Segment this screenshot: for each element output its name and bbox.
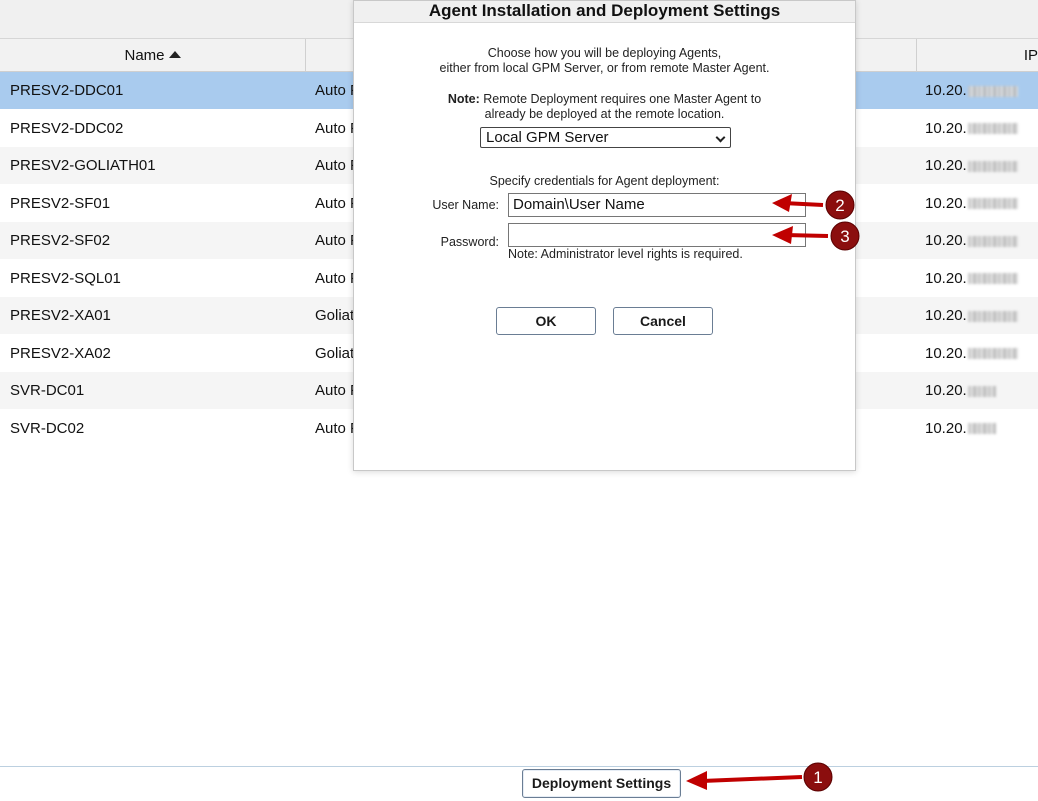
- row-ip: 10.20.: [925, 222, 1018, 259]
- row-ip: 10.20.: [925, 147, 1018, 184]
- row-name: PRESV2-XA01: [10, 307, 111, 324]
- redacted-ip-blur: [967, 160, 1018, 172]
- redacted-ip-blur: [967, 348, 1018, 360]
- note-label: Note:: [447, 92, 480, 106]
- dialog-intro: Choose how you will be deploying Agents,…: [354, 46, 855, 76]
- row-type: Auto F: [315, 382, 355, 399]
- row-ip: 10.20.: [925, 297, 1018, 334]
- column-header-name[interactable]: Name: [0, 39, 306, 72]
- dialog-body: Choose how you will be deploying Agents,…: [354, 23, 855, 470]
- user-name-label: User Name:: [432, 198, 499, 212]
- row-ip: 10.20.: [925, 260, 1018, 297]
- cancel-button[interactable]: Cancel: [613, 307, 713, 335]
- column-header-ip-label: IP: [1023, 47, 1038, 64]
- row-type: Auto F: [315, 419, 355, 437]
- redacted-ip-blur: [967, 310, 1018, 322]
- row-type: Auto F: [315, 194, 355, 212]
- intro-line-2: either from local GPM Server, or from re…: [439, 61, 770, 75]
- remote-deployment-note: Note: Remote Deployment requires one Mas…: [354, 92, 855, 122]
- password-input[interactable]: [508, 223, 806, 247]
- row-type: Goliat: [315, 307, 355, 324]
- redacted-ip-blur: [967, 85, 1018, 97]
- row-type: Auto F: [315, 82, 355, 99]
- deployment-source-value: Local GPM Server: [486, 129, 609, 146]
- column-header-hidden[interactable]: [855, 39, 917, 72]
- row-ip: 10.20.: [925, 72, 1018, 109]
- redacted-ip-blur: [967, 273, 1018, 285]
- column-header-name-label: Name: [124, 47, 165, 64]
- password-label: Password:: [440, 235, 499, 249]
- row-name: SVR-DC01: [10, 382, 85, 399]
- row-name: SVR-DC02: [10, 419, 85, 437]
- row-type: Auto F: [315, 232, 355, 249]
- row-ip: 10.20.: [925, 110, 1018, 147]
- row-name: PRESV2-GOLIATH01: [10, 157, 156, 174]
- column-header-ip[interactable]: IP: [917, 39, 1038, 72]
- footer-bar: [0, 766, 1038, 801]
- sort-ascending-icon: [168, 51, 181, 58]
- row-name: PRESV2-SQL01: [10, 269, 121, 287]
- deployment-source-select[interactable]: Local GPM Server: [480, 127, 731, 148]
- row-type: Auto F: [315, 269, 355, 287]
- credentials-label: Specify credentials for Agent deployment…: [489, 174, 720, 188]
- dialog-title: Agent Installation and Deployment Settin…: [354, 1, 855, 23]
- row-ip: 10.20.: [925, 372, 996, 409]
- row-type: Auto F: [315, 119, 355, 137]
- row-name: PRESV2-SF02: [10, 232, 111, 249]
- redacted-ip-blur: [967, 423, 996, 435]
- row-name: PRESV2-SF01: [10, 194, 111, 212]
- page: Name IP PRESV2-DDC01 Auto F 10.20. PRESV…: [0, 0, 1038, 801]
- ok-button[interactable]: OK: [496, 307, 596, 335]
- note-line-2: already be deployed at the remote locati…: [484, 107, 725, 121]
- row-name: PRESV2-DDC01: [10, 82, 124, 99]
- row-ip: 10.20.: [925, 335, 1018, 372]
- chevron-down-icon: [715, 132, 726, 143]
- redacted-ip-blur: [967, 385, 996, 397]
- row-ip: 10.20.: [925, 185, 1018, 222]
- row-type: Goliat: [315, 344, 355, 362]
- row-name: PRESV2-DDC02: [10, 119, 124, 137]
- row-ip: 10.20.: [925, 410, 996, 447]
- row-name: PRESV2-XA02: [10, 344, 111, 362]
- column-header-type[interactable]: [306, 39, 356, 72]
- row-type: Auto F: [315, 157, 355, 174]
- note-line-1: Remote Deployment requires one Master Ag…: [483, 92, 762, 106]
- redacted-ip-blur: [967, 123, 1018, 135]
- deployment-settings-dialog: Agent Installation and Deployment Settin…: [353, 0, 856, 471]
- redacted-ip-blur: [967, 198, 1018, 210]
- redacted-ip-blur: [967, 235, 1018, 247]
- deployment-settings-button[interactable]: Deployment Settings: [522, 769, 681, 798]
- admin-rights-hint: Note: Administrator level rights is requ…: [508, 247, 743, 261]
- user-name-input[interactable]: Domain\User Name: [508, 193, 806, 217]
- intro-line-1: Choose how you will be deploying Agents,: [487, 46, 722, 60]
